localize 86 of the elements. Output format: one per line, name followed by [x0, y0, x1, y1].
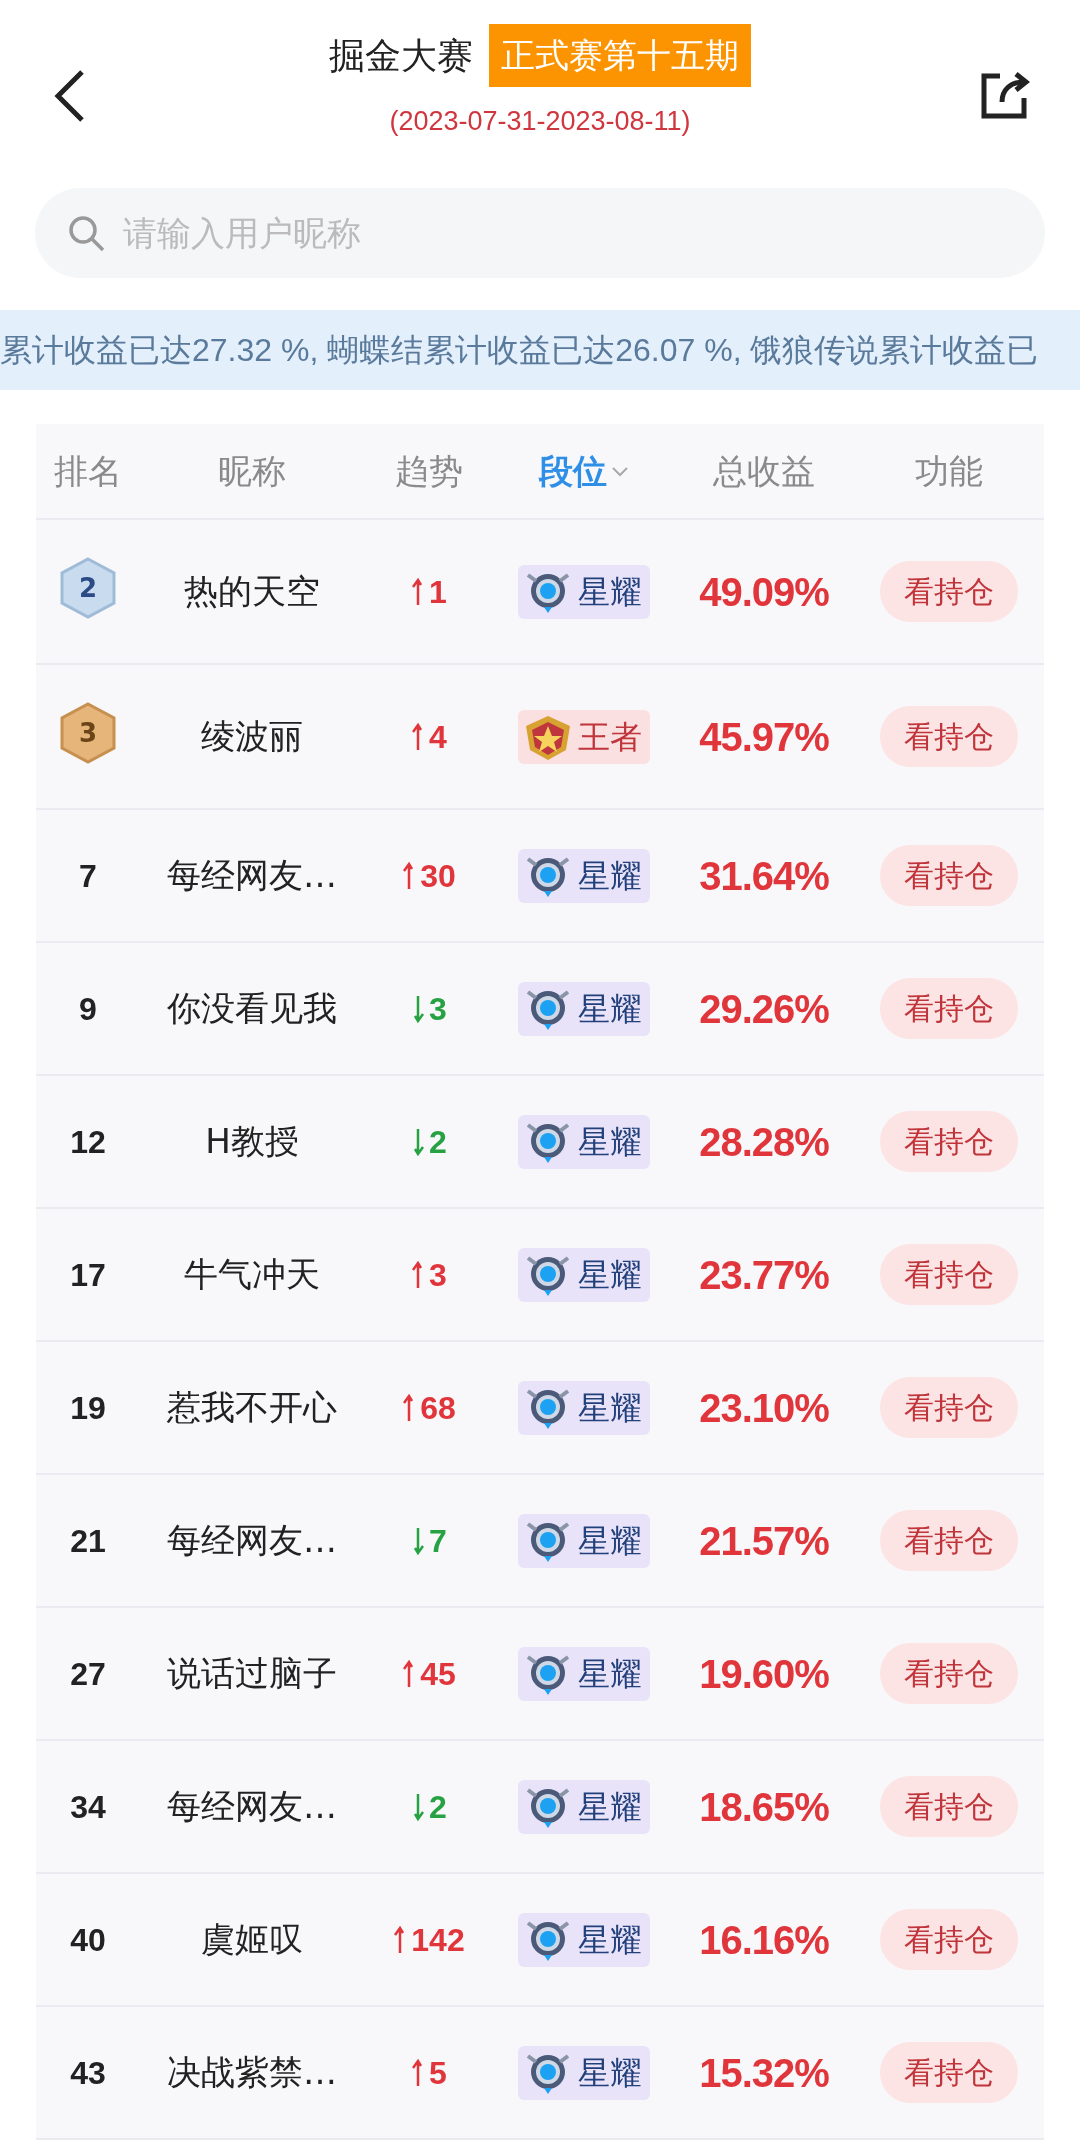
tier-badge: 星耀	[518, 1779, 650, 1834]
tier-badge: 星耀	[518, 1380, 650, 1435]
column-header[interactable]: 功能	[915, 445, 983, 497]
view-holdings-button[interactable]: 看持仓	[880, 1776, 1018, 1837]
view-holdings-button[interactable]: 看持仓	[880, 1111, 1018, 1172]
view-holdings-button[interactable]: 看持仓	[880, 978, 1018, 1039]
user-nickname[interactable]: 热的天空	[184, 571, 320, 611]
user-nickname[interactable]: 惹我不开心	[167, 1387, 337, 1427]
column-header[interactable]: 段位	[539, 445, 607, 497]
trend-indicator: 2	[411, 1782, 447, 1831]
date-range: (2023-07-31-2023-08-11)	[389, 105, 691, 138]
user-nickname[interactable]: 每经网友…	[167, 1520, 337, 1560]
column-header[interactable]: 趋势	[395, 450, 463, 491]
rank-number: 9	[79, 990, 97, 1027]
view-holdings-button[interactable]: 看持仓	[880, 1244, 1018, 1305]
view-holdings-button[interactable]: 看持仓	[880, 561, 1018, 622]
user-nickname[interactable]: H教授	[205, 1121, 299, 1161]
ticker-text: 累计收益已达27.32 %, 蝴蝶结累计收益已达26.07 %, 饿狼传说累计收益已	[0, 331, 1039, 370]
user-nickname[interactable]: 决战紫禁…	[167, 2052, 337, 2092]
trend-indicator: 142	[393, 1915, 465, 1964]
total-return: 29.26%	[699, 986, 829, 1031]
trend-indicator: 30	[402, 851, 456, 900]
trend-indicator: 68	[402, 1383, 456, 1432]
trend-indicator: 4	[411, 712, 447, 761]
user-nickname[interactable]: 每经网友…	[167, 855, 337, 895]
trend-indicator: 3	[411, 1250, 447, 1299]
trend-indicator: 7	[411, 1516, 447, 1565]
season-badge: 正式赛第十五期	[489, 24, 751, 87]
tier-badge: 星耀	[518, 2045, 650, 2100]
total-return: 49.09%	[699, 569, 829, 614]
rank-number: 34	[70, 1788, 106, 1825]
tier-badge: 星耀	[518, 1513, 650, 1568]
tier-badge: 星耀	[518, 1247, 650, 1302]
tier-badge: 星耀	[518, 1114, 650, 1169]
view-holdings-button[interactable]: 看持仓	[880, 1510, 1018, 1571]
rank-number: 19	[70, 1389, 106, 1426]
rank-number: 17	[70, 1256, 106, 1293]
rank-number: 27	[70, 1655, 106, 1692]
rank-medal: 2	[60, 557, 116, 619]
column-header[interactable]: 总收益	[713, 450, 815, 491]
search-icon	[67, 214, 105, 252]
view-holdings-button[interactable]: 看持仓	[880, 1643, 1018, 1704]
view-holdings-button[interactable]: 看持仓	[880, 706, 1018, 767]
tier-badge: 王者	[518, 709, 650, 764]
user-nickname[interactable]: 牛气冲天	[184, 1254, 320, 1294]
view-holdings-button[interactable]: 看持仓	[880, 1909, 1018, 1970]
total-return: 18.65%	[699, 1784, 829, 1829]
page-title: 掘金大赛	[329, 33, 473, 78]
caret-icon	[611, 465, 629, 477]
trend-indicator: 1	[411, 567, 447, 616]
total-return: 16.16%	[699, 1917, 829, 1962]
tier-badge: 星耀	[518, 1646, 650, 1701]
tier-badge: 星耀	[518, 848, 650, 903]
total-return: 28.28%	[699, 1119, 829, 1164]
tier-badge: 星耀	[518, 981, 650, 1036]
tier-badge: 星耀	[518, 564, 650, 619]
view-holdings-button[interactable]: 看持仓	[880, 2042, 1018, 2103]
rank-number: 12	[70, 1123, 106, 1160]
tier-badge: 星耀	[518, 1912, 650, 1967]
rank-number: 21	[70, 1522, 106, 1559]
trend-indicator: 3	[411, 984, 447, 1033]
column-header[interactable]: 昵称	[218, 450, 286, 491]
user-nickname[interactable]: 说话过脑子	[167, 1653, 337, 1693]
total-return: 15.32%	[699, 2050, 829, 2095]
trend-indicator: 45	[402, 1649, 456, 1698]
rank-number: 40	[70, 1921, 106, 1958]
total-return: 23.77%	[699, 1252, 829, 1297]
view-holdings-button[interactable]: 看持仓	[880, 845, 1018, 906]
user-nickname[interactable]: 每经网友…	[167, 1786, 337, 1826]
total-return: 21.57%	[699, 1518, 829, 1563]
user-nickname[interactable]: 虞姬叹	[201, 1919, 303, 1959]
view-holdings-button[interactable]: 看持仓	[880, 1377, 1018, 1438]
user-nickname[interactable]: 绫波丽	[201, 716, 303, 756]
back-icon[interactable]	[52, 68, 86, 124]
column-header[interactable]: 排名	[54, 450, 122, 491]
user-nickname[interactable]: 你没看见我	[167, 988, 337, 1028]
trend-indicator: 5	[411, 2048, 447, 2097]
rank-number: 43	[70, 2054, 106, 2091]
rank-number: 7	[79, 857, 97, 894]
search-field[interactable]: 请输入用户昵称	[35, 188, 1045, 278]
rank-medal: 3	[60, 702, 116, 764]
trend-indicator: 2	[411, 1117, 447, 1166]
total-return: 31.64%	[699, 853, 829, 898]
total-return: 19.60%	[699, 1651, 829, 1696]
total-return: 23.10%	[699, 1385, 829, 1430]
total-return: 45.97%	[699, 714, 829, 759]
